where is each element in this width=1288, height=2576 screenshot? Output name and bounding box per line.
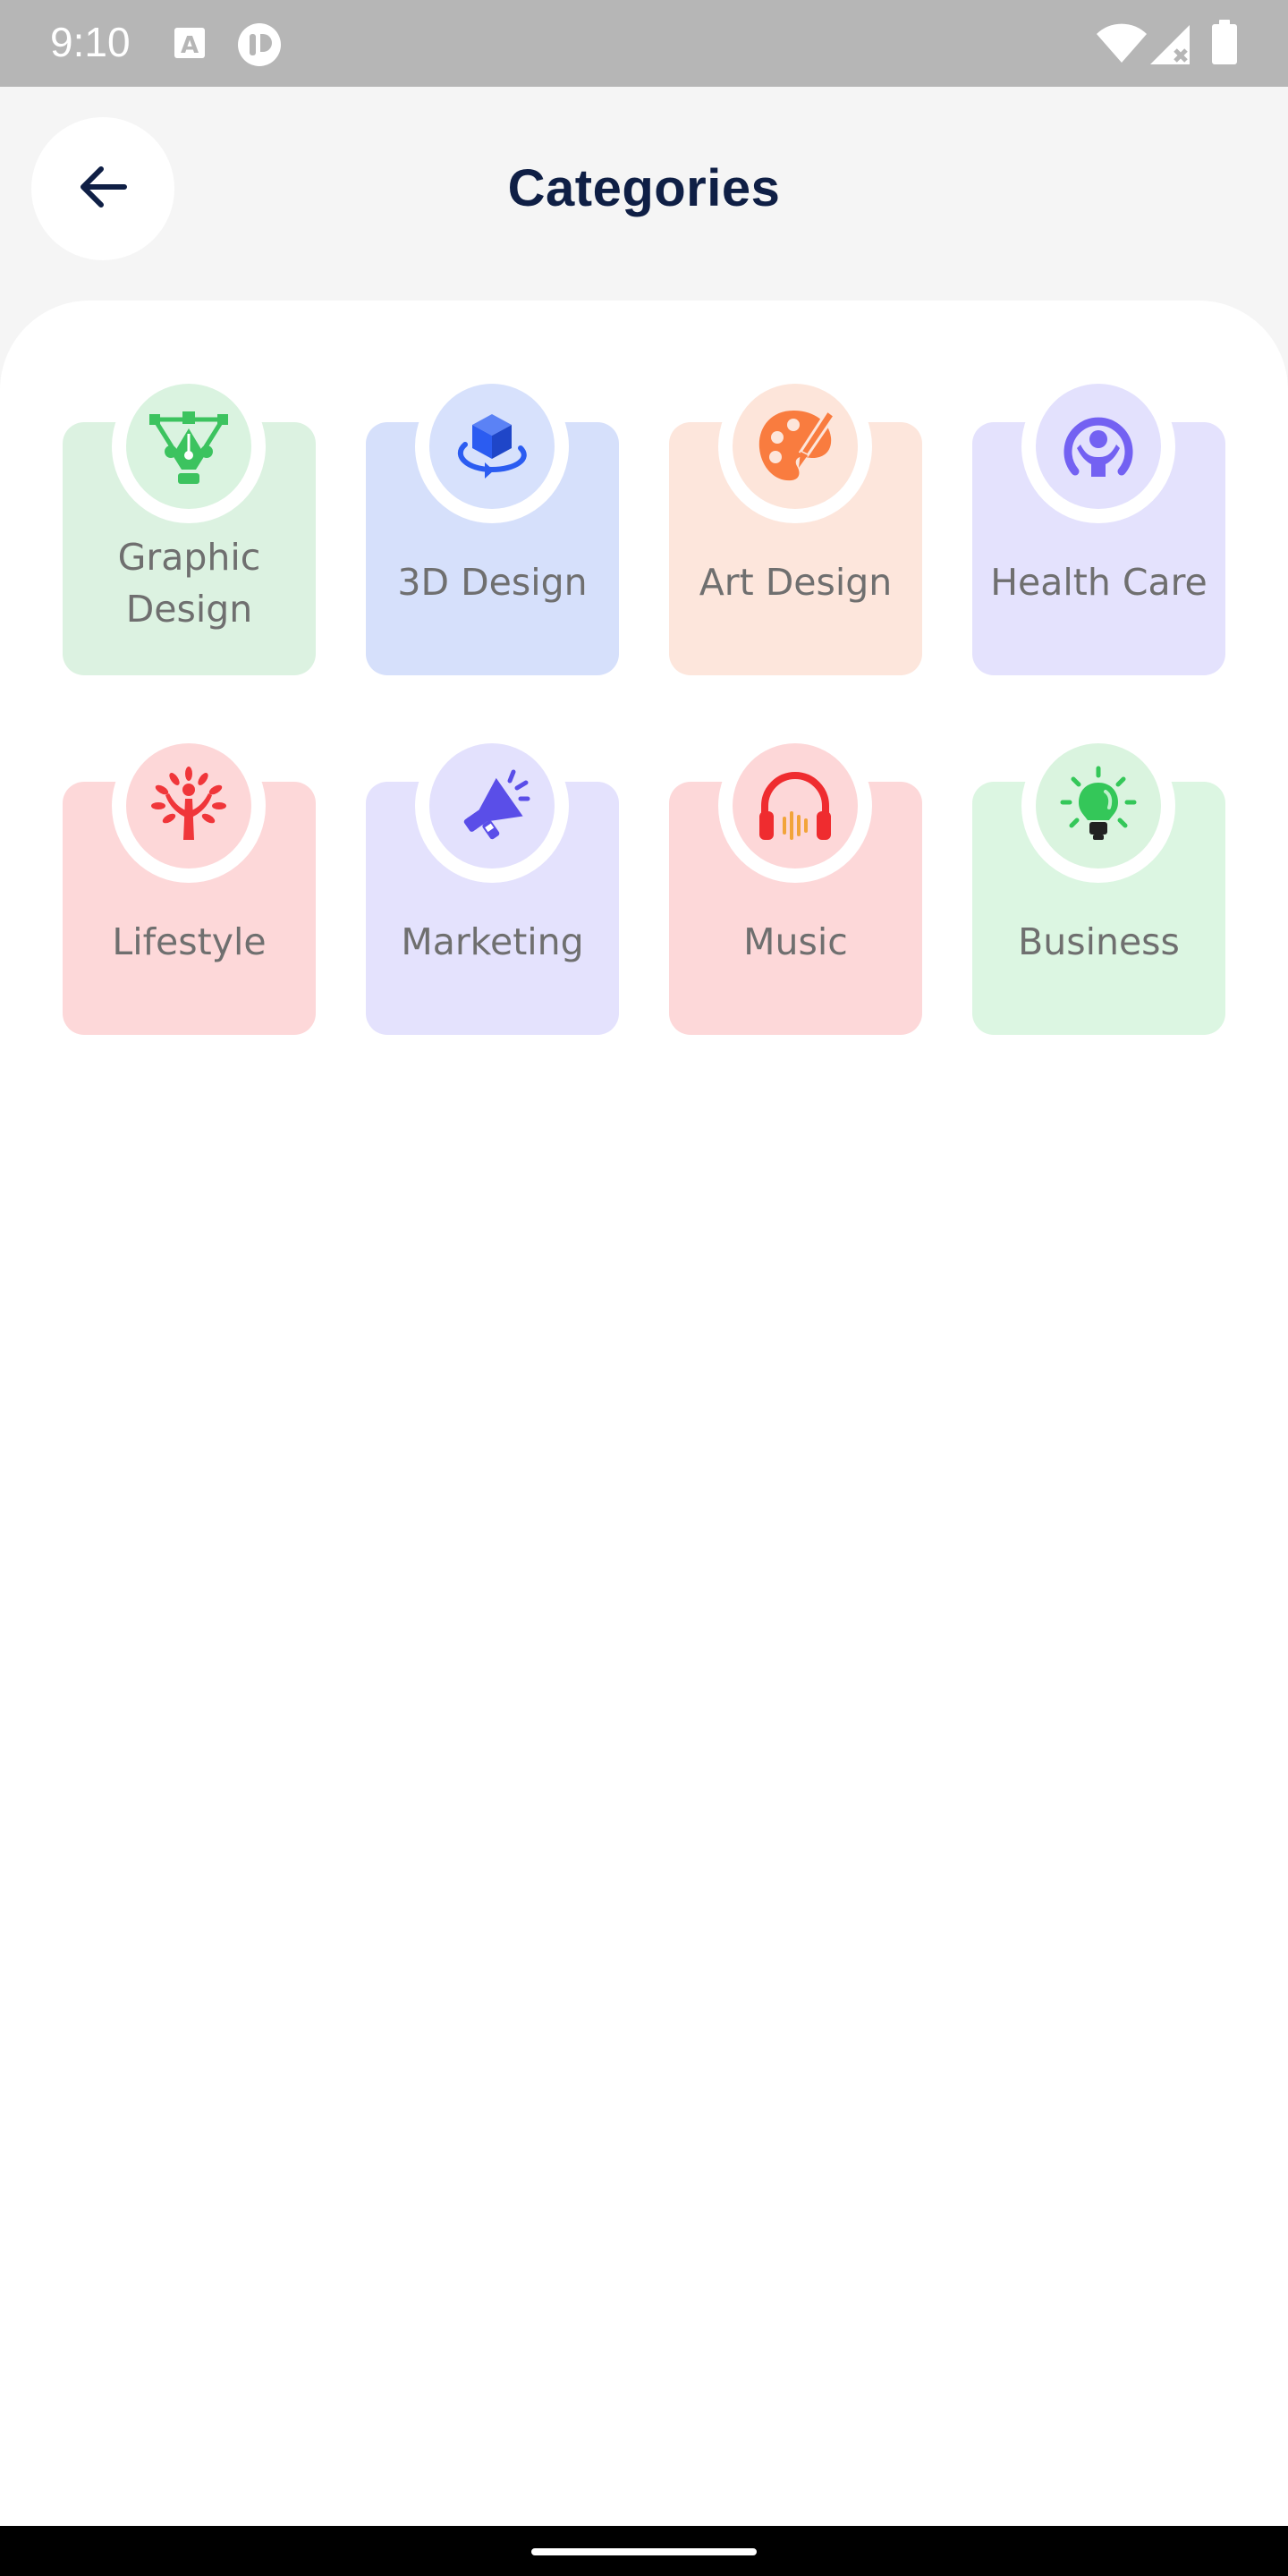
category-label: Graphic Design	[117, 536, 261, 631]
status-time: 9:10	[50, 19, 131, 65]
wifi-icon	[1095, 21, 1148, 71]
battery-icon	[1211, 20, 1238, 69]
palette-icon	[733, 384, 858, 509]
home-indicator[interactable]	[531, 2548, 757, 2555]
app-notification-icon	[236, 21, 283, 72]
category-badge	[112, 369, 266, 523]
category-badge	[1021, 369, 1175, 523]
category-badge	[112, 729, 266, 883]
category-label: Music	[743, 920, 848, 963]
cube-rotate-icon	[429, 384, 555, 509]
category-label: Business	[1018, 920, 1180, 963]
health-person-icon	[1036, 384, 1161, 509]
megaphone-icon	[429, 743, 555, 869]
category-badge	[718, 369, 872, 523]
pen-tool-icon	[126, 384, 251, 509]
category-badge	[718, 729, 872, 883]
status-bar: 9:10 A	[0, 0, 1288, 87]
category-label: Health Care	[990, 561, 1208, 604]
headphones-icon	[733, 743, 858, 869]
lightbulb-icon	[1036, 743, 1161, 869]
app-bar: Categories	[0, 87, 1288, 301]
svg-text:A: A	[181, 32, 199, 59]
category-label: Art Design	[699, 561, 893, 604]
category-label: Lifestyle	[112, 920, 267, 963]
category-badge	[415, 729, 569, 883]
text-a-icon: A	[172, 25, 208, 65]
category-badge	[415, 369, 569, 523]
signal-icon	[1148, 23, 1193, 71]
category-label: 3D Design	[397, 561, 588, 604]
tree-person-icon	[126, 743, 251, 869]
category-label: Marketing	[401, 920, 584, 963]
page-title: Categories	[507, 159, 781, 217]
category-badge	[1021, 729, 1175, 883]
